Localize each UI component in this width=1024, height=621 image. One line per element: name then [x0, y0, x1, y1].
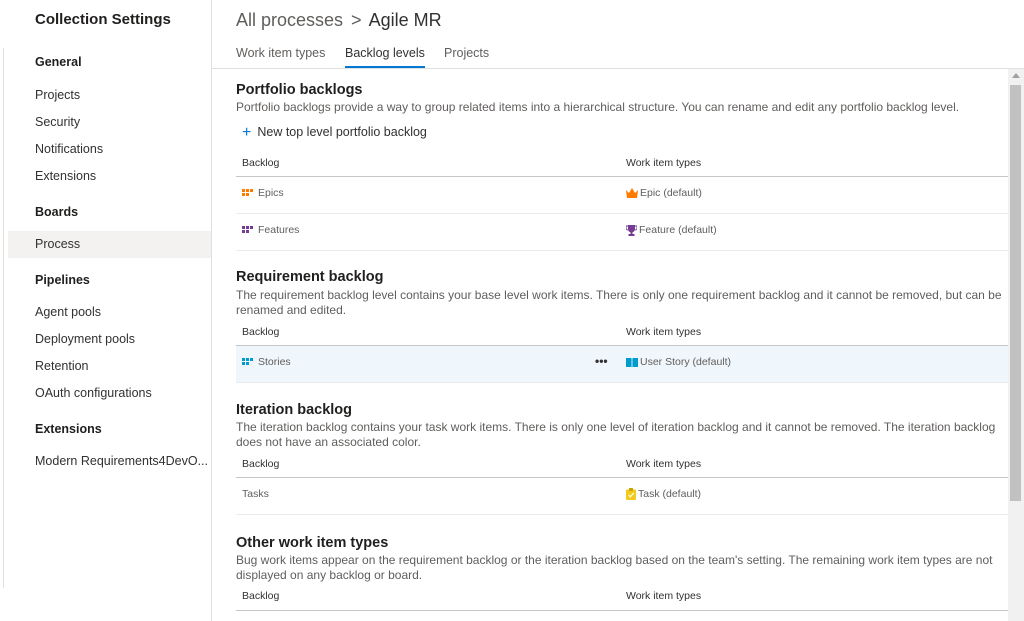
backlog-row-tasks[interactable]: Tasks	[242, 488, 269, 500]
new-portfolio-backlog-label: New top level portfolio backlog	[257, 125, 427, 139]
book-icon	[626, 357, 638, 368]
sidebar-heading-boards: Boards	[35, 205, 79, 219]
other-title: Other work item types	[236, 535, 389, 551]
row-hover-background	[236, 346, 1008, 382]
row-divider	[236, 382, 1008, 383]
col-header-backlog: Backlog	[242, 157, 280, 169]
breadcrumb-all-processes[interactable]: All processes	[236, 10, 343, 30]
main-content: Portfolio backlogs Portfolio backlogs pr…	[212, 69, 1008, 621]
backlog-name: Epics	[258, 187, 284, 199]
work-item-type-label: Feature (default)	[639, 224, 717, 236]
sidebar-edge	[0, 48, 4, 588]
trophy-icon	[626, 224, 637, 236]
tab-backlog-levels[interactable]: Backlog levels	[345, 46, 425, 68]
breadcrumb-separator-icon: >	[351, 10, 362, 30]
sidebar: Collection Settings General Projects Sec…	[0, 0, 212, 621]
more-actions-button[interactable]: •••	[595, 354, 608, 368]
backlog-color-icon	[242, 226, 256, 234]
sidebar-heading-extensions: Extensions	[35, 422, 102, 436]
tab-work-item-types[interactable]: Work item types	[236, 46, 325, 68]
portfolio-title: Portfolio backlogs	[236, 82, 363, 98]
sidebar-item-process[interactable]: Process	[8, 231, 211, 258]
sidebar-item-extensions[interactable]: Extensions	[8, 163, 211, 190]
col-header-backlog: Backlog	[242, 458, 280, 470]
work-item-type-label: User Story (default)	[640, 356, 732, 368]
portfolio-description: Portfolio backlogs provide a way to grou…	[236, 100, 960, 114]
work-item-type-label: Epic (default)	[640, 187, 702, 199]
backlog-color-icon	[242, 189, 256, 197]
new-portfolio-backlog-button[interactable]: + New top level portfolio backlog	[242, 123, 427, 141]
backlog-name: Tasks	[242, 488, 269, 500]
sidebar-heading-pipelines: Pipelines	[35, 273, 90, 287]
sidebar-item-retention[interactable]: Retention	[8, 353, 211, 380]
backlog-row-epics[interactable]: Epics	[242, 187, 284, 199]
breadcrumb: All processes > Agile MR	[236, 10, 442, 31]
col-header-backlog: Backlog	[242, 590, 280, 602]
table-header-divider	[236, 610, 1008, 611]
sidebar-item-agent-pools[interactable]: Agent pools	[8, 299, 211, 326]
backlog-row-stories[interactable]: Stories	[242, 356, 291, 368]
col-header-backlog: Backlog	[242, 326, 280, 338]
sidebar-item-oauth-configurations[interactable]: OAuth configurations	[8, 380, 211, 407]
row-divider	[236, 213, 1008, 214]
scrollbar-thumb[interactable]	[1010, 85, 1021, 501]
col-header-work-item-types: Work item types	[626, 590, 702, 602]
sidebar-item-security[interactable]: Security	[8, 109, 211, 136]
col-header-work-item-types: Work item types	[626, 157, 702, 169]
backlog-row-features[interactable]: Features	[242, 224, 299, 236]
scroll-up-arrow-icon[interactable]	[1012, 73, 1020, 78]
other-description: Bug work items appear on the requirement…	[236, 553, 993, 582]
row-divider	[236, 514, 1008, 515]
col-header-work-item-types: Work item types	[626, 326, 702, 338]
iteration-description: The iteration backlog contains your task…	[236, 420, 996, 449]
sidebar-item-notifications[interactable]: Notifications	[8, 136, 211, 163]
tab-projects[interactable]: Projects	[444, 46, 489, 68]
backlog-name: Stories	[258, 356, 291, 368]
requirement-description: The requirement backlog level contains y…	[236, 288, 1002, 317]
sidebar-title: Collection Settings	[35, 11, 171, 28]
vertical-scrollbar[interactable]	[1008, 69, 1024, 621]
clipboard-icon	[626, 488, 636, 500]
backlog-name: Features	[258, 224, 300, 236]
requirement-title: Requirement backlog	[236, 269, 384, 285]
col-header-work-item-types: Work item types	[626, 458, 702, 470]
work-item-type-label: Task (default)	[638, 488, 702, 500]
work-item-type-task[interactable]: Task (default)	[626, 488, 701, 500]
breadcrumb-current: Agile MR	[368, 10, 442, 30]
row-divider	[236, 250, 1008, 251]
backlog-color-icon	[242, 358, 256, 366]
iteration-title: Iteration backlog	[236, 402, 353, 418]
crown-icon	[626, 187, 638, 198]
work-item-type-feature[interactable]: Feature (default)	[626, 224, 717, 236]
table-header-divider	[236, 477, 1008, 478]
sidebar-item-deployment-pools[interactable]: Deployment pools	[8, 326, 211, 353]
work-item-type-user-story[interactable]: User Story (default)	[626, 356, 731, 368]
table-header-divider	[236, 176, 1008, 177]
sidebar-item-projects[interactable]: Projects	[8, 82, 211, 109]
work-item-type-epic[interactable]: Epic (default)	[626, 187, 702, 199]
sidebar-heading-general: General	[35, 55, 82, 69]
plus-icon: +	[242, 124, 252, 141]
sidebar-item-modern-requirements[interactable]: Modern Requirements4DevO...	[8, 448, 211, 475]
